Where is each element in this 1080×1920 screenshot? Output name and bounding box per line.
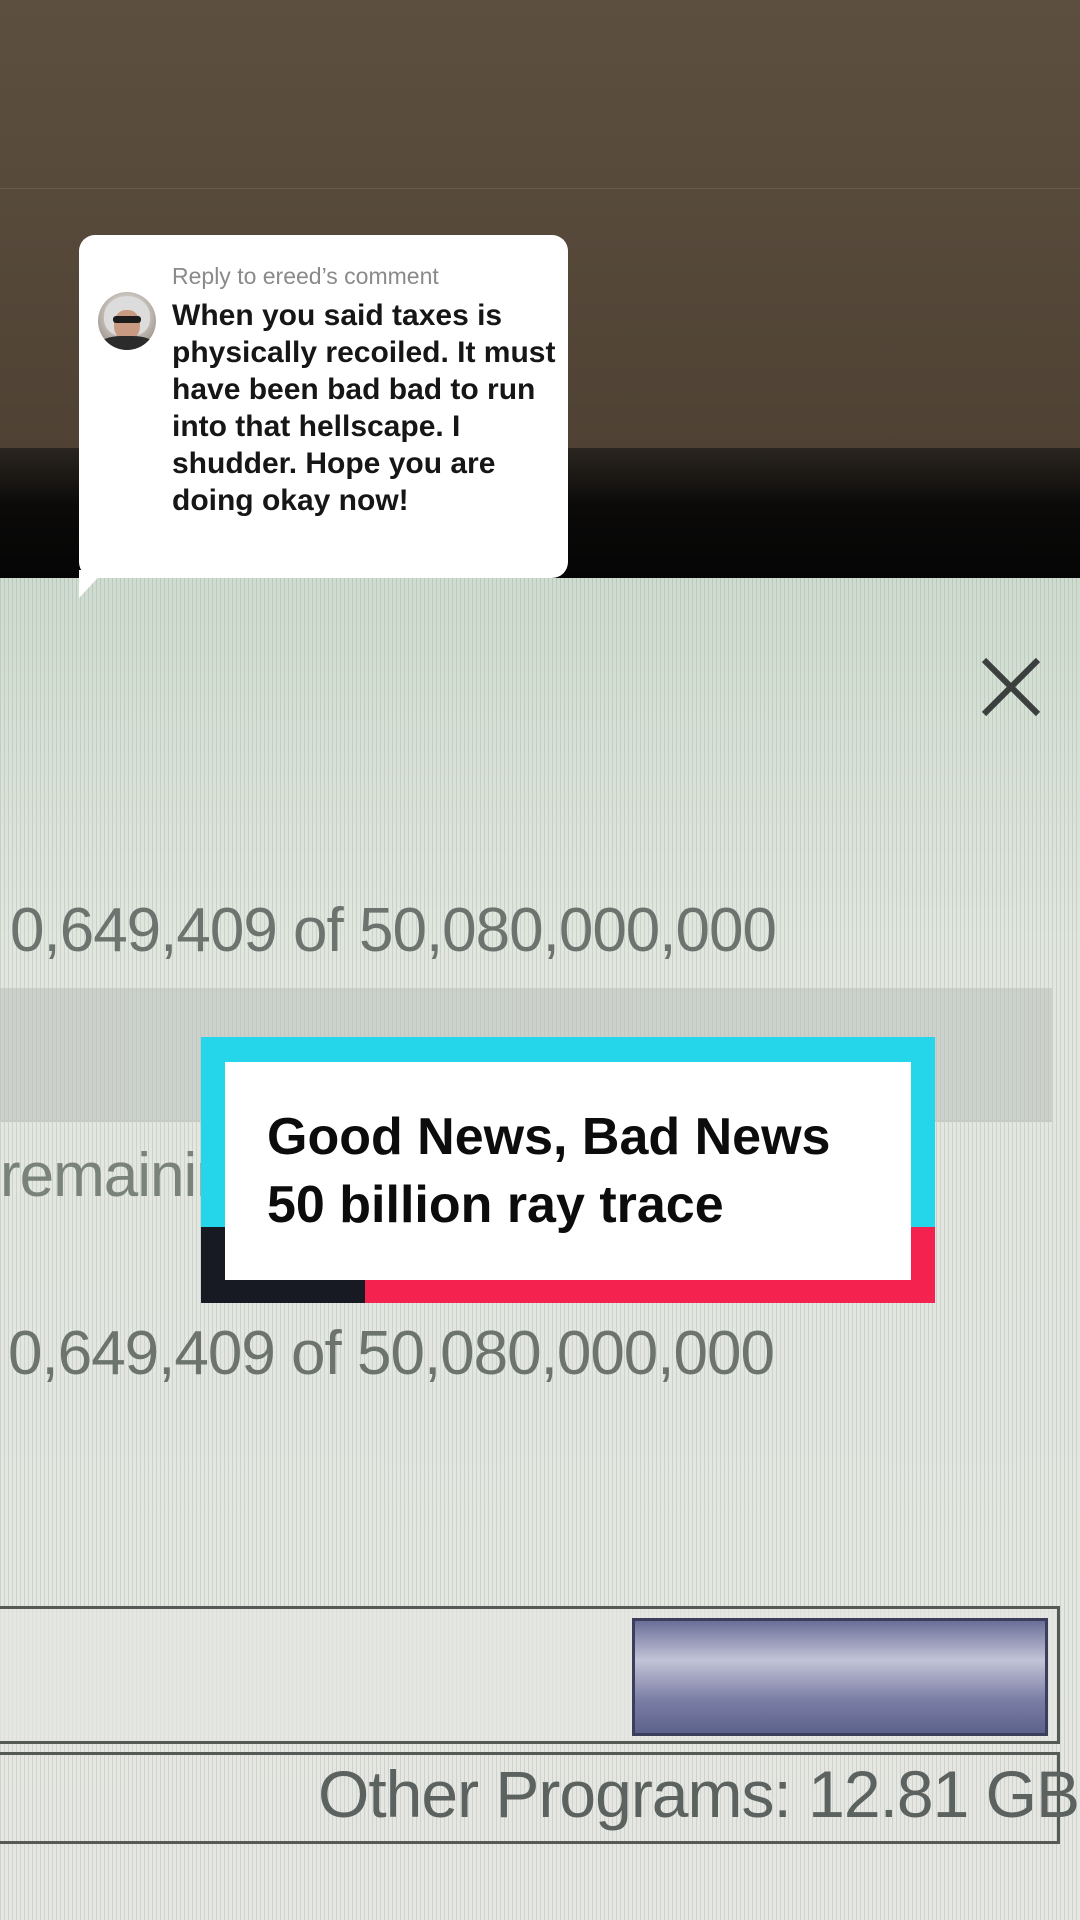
ray-count-label-secondary: 0,649,409 of 50,080,000,000 bbox=[8, 1319, 775, 1388]
close-icon[interactable] bbox=[980, 656, 1042, 718]
background-wall-top bbox=[0, 0, 1080, 188]
avatar[interactable] bbox=[98, 292, 156, 350]
title-line-1: Good News, Bad News bbox=[267, 1108, 831, 1166]
ray-count-label: 0,649,409 of 50,080,000,000 bbox=[10, 896, 777, 965]
comment-text: When you said taxes is physically recoil… bbox=[172, 299, 556, 517]
remaining-label: remainin bbox=[0, 1141, 231, 1210]
title-card-red-edge bbox=[911, 1227, 935, 1279]
title-card-text: Good News, Bad News 50 billion ray trace bbox=[267, 1103, 907, 1239]
memory-bar-fill bbox=[632, 1618, 1048, 1736]
other-programs-label: Other Programs: 12.81 GB bbox=[318, 1757, 1080, 1831]
reply-to-label: Reply to ereed’s comment bbox=[172, 263, 439, 289]
title-line-2: 50 billion ray trace bbox=[267, 1176, 724, 1234]
reply-bubble-tail bbox=[79, 570, 105, 598]
